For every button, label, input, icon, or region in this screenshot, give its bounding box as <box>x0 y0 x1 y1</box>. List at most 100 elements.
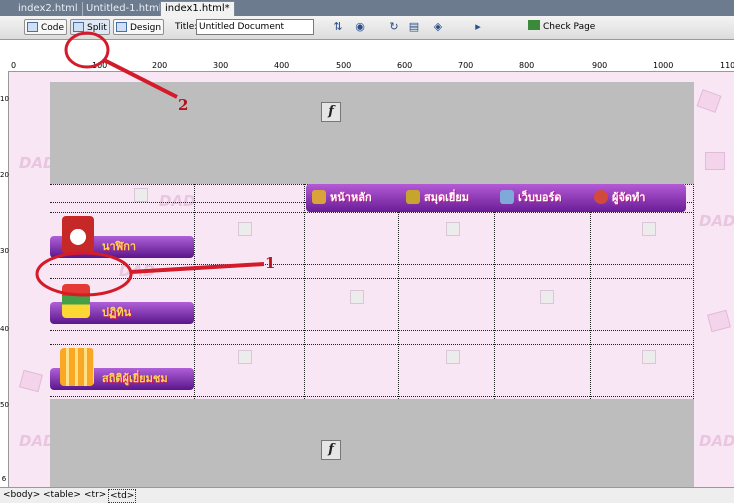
validate-markup-icon[interactable]: ▸ <box>470 20 486 34</box>
ruler-label: 400 <box>0 325 14 333</box>
chart-icon <box>60 348 94 386</box>
design-view-label: Design <box>130 23 162 33</box>
table-border <box>50 330 694 331</box>
clock-icon <box>62 216 94 254</box>
ruler-label: 800 <box>519 61 535 70</box>
annotation-label-2: 2 <box>178 96 189 114</box>
guestbook-icon <box>406 190 420 204</box>
gift-decoration <box>642 222 656 236</box>
ruler-label: 300 <box>213 61 229 70</box>
nav-item-label: เว็บบอร์ด <box>518 191 562 204</box>
check-page-button[interactable]: Check Page <box>528 19 595 35</box>
ruler-label: 1000 <box>653 61 674 70</box>
nav-item-webboard[interactable]: เว็บบอร์ด <box>500 184 562 212</box>
gift-decoration <box>705 152 725 170</box>
table-border <box>194 184 195 399</box>
visual-aids-icon[interactable]: ◈ <box>430 20 446 34</box>
ruler-label: 6 <box>1 475 7 483</box>
ruler-label: 200 <box>152 61 168 70</box>
tab-untitled-1[interactable]: Untitled-1.html <box>82 2 167 16</box>
check-page-label: Check Page <box>543 22 596 32</box>
table-border <box>50 278 694 279</box>
menu-clock-label: นาฬิกา <box>102 240 137 253</box>
preview-browser-icon[interactable]: ◉ <box>352 20 368 34</box>
tag-td[interactable]: <td> <box>108 489 137 503</box>
background-pattern: DAD <box>699 212 734 230</box>
nav-item-author[interactable]: ผู้จัดทำ <box>594 184 645 212</box>
table-border <box>590 184 591 399</box>
gift-decoration <box>238 350 252 364</box>
ruler-label: 900 <box>592 61 608 70</box>
nav-item-home[interactable]: หน้าหลัก <box>312 184 372 212</box>
ruler-label: 600 <box>397 61 413 70</box>
document-tab-bar: index2.html Untitled-1.html index1.html* <box>0 0 734 17</box>
ruler-label: 100 <box>92 61 108 70</box>
author-icon <box>594 190 608 204</box>
design-view-button[interactable]: Design <box>113 19 165 35</box>
table-border <box>693 184 694 399</box>
tag-body[interactable]: <body> <box>3 488 40 502</box>
split-view-button[interactable]: Split <box>70 19 110 35</box>
tab-index2[interactable]: index2.html <box>14 2 83 16</box>
document-toolbar: Code Split Design Title: ⇅ ◉ ↻ ▤ ◈ ▸ Che… <box>0 16 734 40</box>
code-view-icon <box>27 22 38 32</box>
tab-index1[interactable]: index1.html* <box>160 1 235 17</box>
nav-item-label: สมุดเยี่ยม <box>424 191 470 204</box>
file-management-icon[interactable]: ⇅ <box>330 20 346 34</box>
horizontal-ruler: 0 100 200 300 400 500 600 700 800 900 10… <box>8 61 734 72</box>
view-options-icon[interactable]: ▤ <box>406 20 422 34</box>
menu-visitor-stats-label: สถิติผู้เยี่ยมชม <box>102 372 168 385</box>
ruler-label: 400 <box>274 61 290 70</box>
gift-decoration <box>446 350 460 364</box>
split-view-label: Split <box>87 23 107 33</box>
webboard-icon <box>500 190 514 204</box>
gift-decoration <box>238 222 252 236</box>
table-border <box>50 264 694 265</box>
ruler-label: 700 <box>458 61 474 70</box>
ruler-label: 100 <box>0 95 14 103</box>
background-pattern: DAD <box>699 432 734 450</box>
split-view-icon <box>73 22 84 32</box>
ruler-label: 500 <box>336 61 352 70</box>
table-border <box>304 184 305 399</box>
code-view-button[interactable]: Code <box>24 19 68 35</box>
flash-banner-bottom[interactable] <box>50 399 694 487</box>
ruler-label: 200 <box>0 171 14 179</box>
calendar-icon <box>62 284 90 318</box>
table-border <box>50 212 694 213</box>
table-border <box>398 184 399 399</box>
layout-table[interactable]: หน้าหลัก สมุดเยี่ยม เว็บบอร์ด ผู้จัดทำ น… <box>50 184 694 399</box>
menu-calendar-label: ปฏิทิน <box>102 306 132 319</box>
gift-decoration <box>19 369 43 393</box>
annotation-label-1: 1 <box>265 254 276 272</box>
nav-item-label: ผู้จัดทำ <box>612 191 646 204</box>
ruler-label: 300 <box>0 247 14 255</box>
tag-table[interactable]: <table> <box>43 488 81 502</box>
check-page-icon <box>528 20 540 30</box>
design-canvas[interactable]: DAD DAD DAD DAD DAD DAD f หน้าหลัก สมุดเ… <box>9 72 734 487</box>
code-view-label: Code <box>41 23 65 33</box>
flash-icon: f <box>321 440 341 460</box>
table-border <box>494 184 495 399</box>
refresh-icon[interactable]: ↻ <box>386 20 402 34</box>
gift-decoration <box>642 350 656 364</box>
gift-decoration <box>707 309 731 333</box>
tag-selector-bar: <body> <table> <tr> <td> <box>0 487 734 503</box>
ruler-label: 110 <box>720 61 734 70</box>
vertical-ruler: 100 200 300 400 500 6 <box>0 72 14 487</box>
ruler-label: 500 <box>0 401 14 409</box>
gift-decoration <box>540 290 554 304</box>
nav-item-label: หน้าหลัก <box>330 191 372 204</box>
home-icon <box>312 190 326 204</box>
flash-icon: f <box>321 102 341 122</box>
gift-decoration <box>446 222 460 236</box>
top-navigation-bar: หน้าหลัก สมุดเยี่ยม เว็บบอร์ด ผู้จัดทำ <box>306 184 686 212</box>
tag-tr[interactable]: <tr> <box>84 488 106 502</box>
gift-decoration <box>696 89 722 113</box>
gift-decoration <box>134 188 148 202</box>
title-label: Title: <box>175 22 198 32</box>
ruler-label: 0 <box>11 61 17 70</box>
document-title-input[interactable] <box>196 19 314 35</box>
nav-item-guestbook[interactable]: สมุดเยี่ยม <box>406 184 469 212</box>
flash-banner-top[interactable] <box>50 82 694 184</box>
